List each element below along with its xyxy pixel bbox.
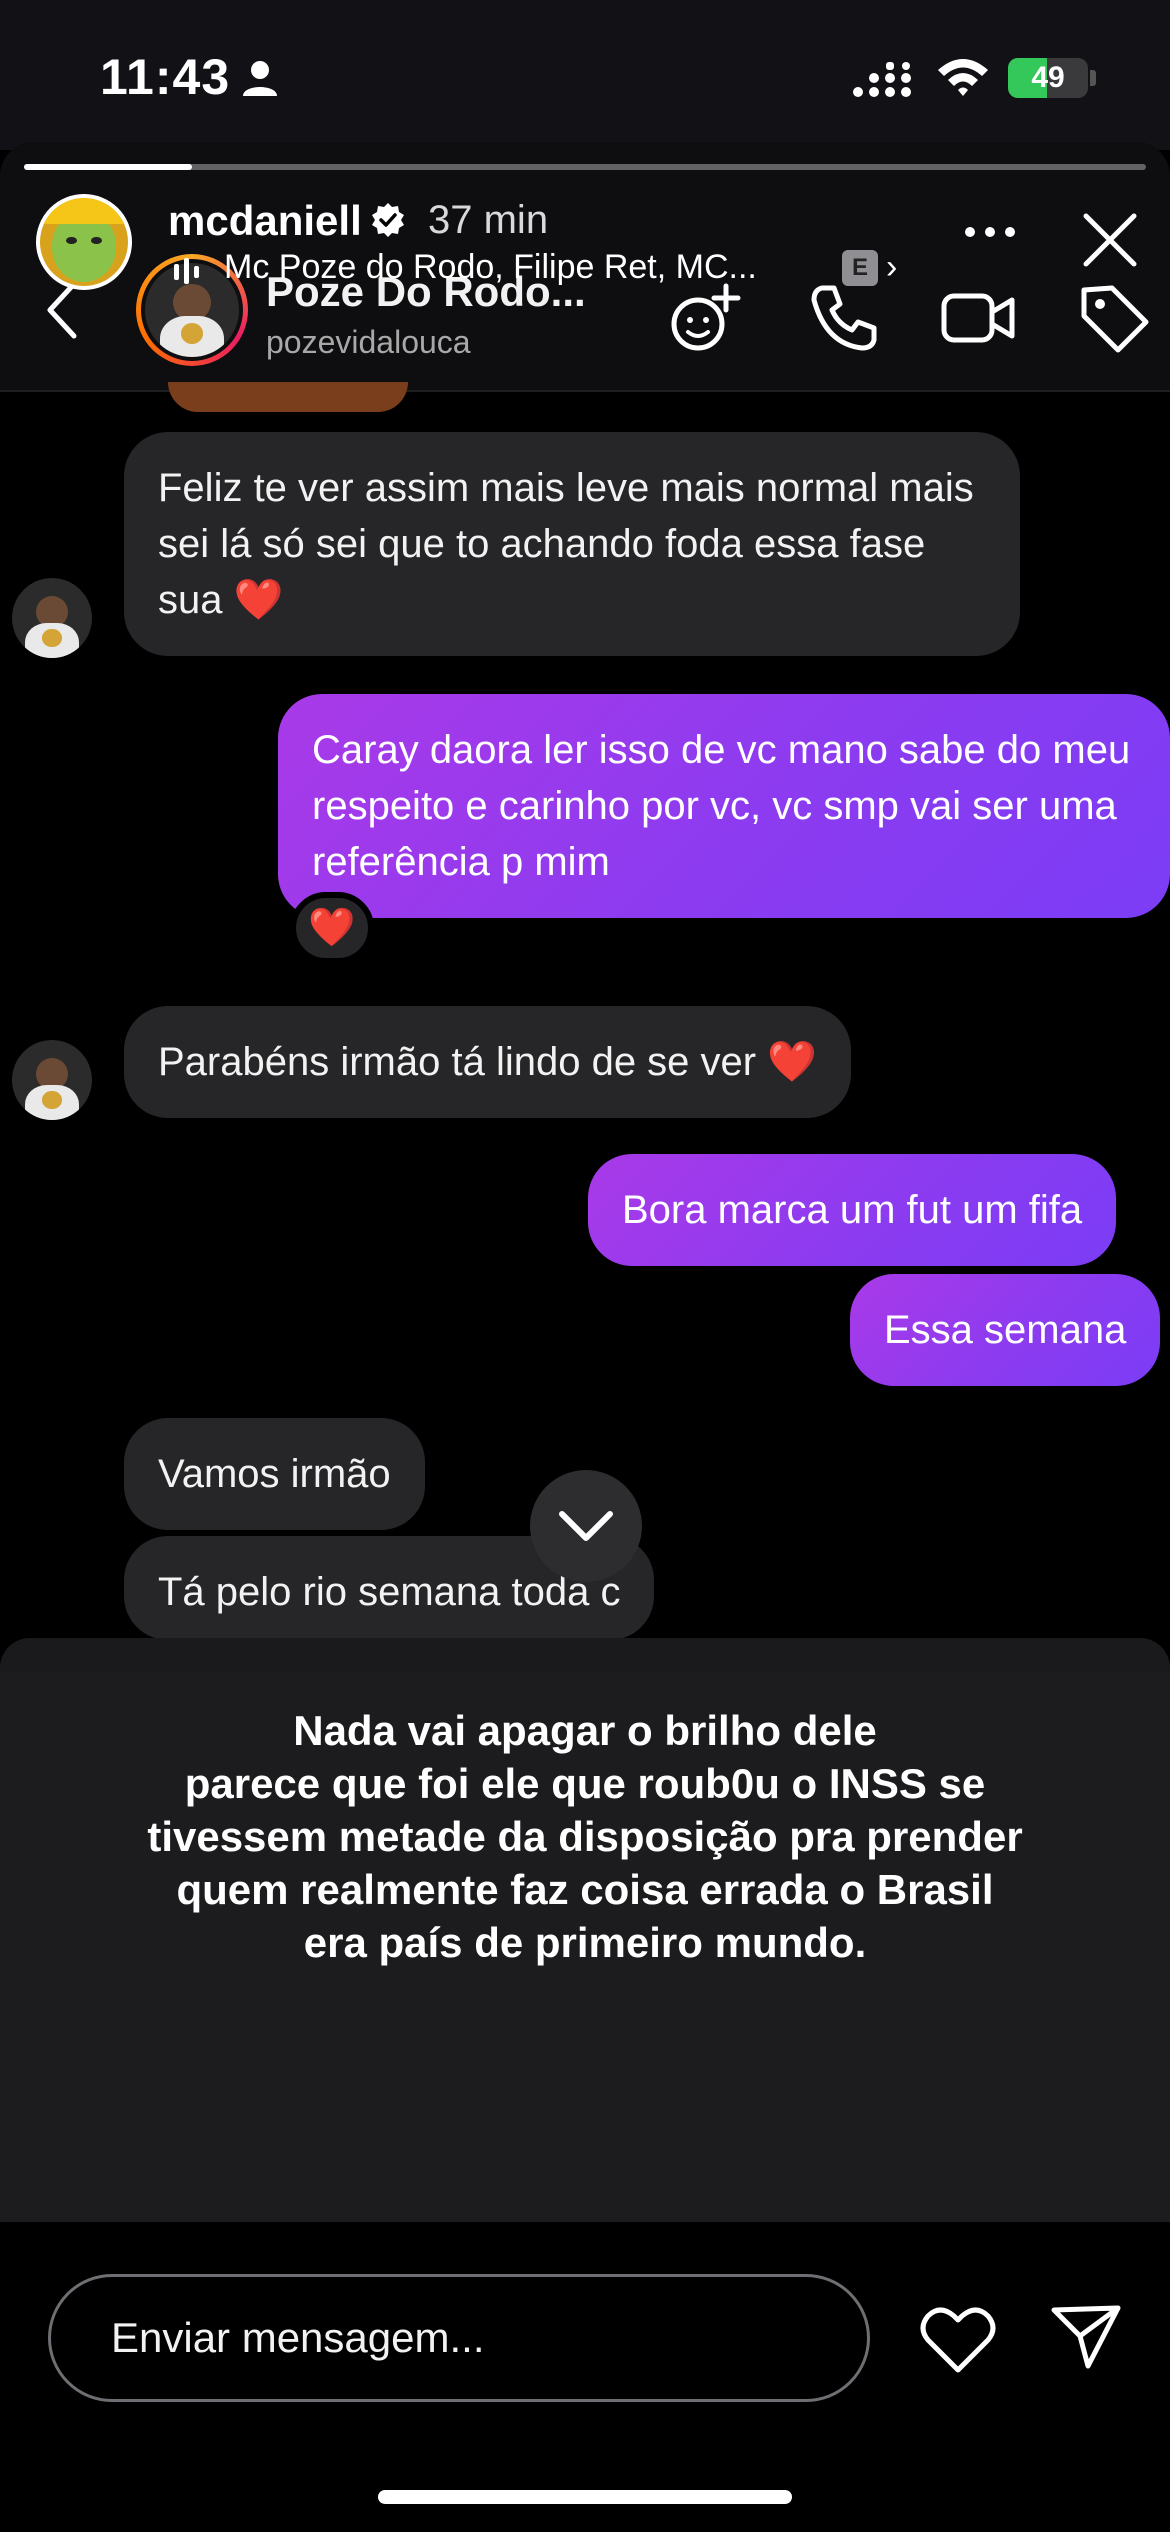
status-time: 11:43 <box>100 49 231 105</box>
send-icon[interactable] <box>1050 2300 1122 2372</box>
chevron-right-icon: › <box>886 248 898 286</box>
story-author-name[interactable]: mcdaniell <box>168 197 362 245</box>
phone-icon <box>811 285 877 351</box>
chevron-down-icon <box>559 1511 613 1541</box>
caption-text-line: era país de primeiro mundo. <box>303 1919 867 1966</box>
signal-icon <box>853 62 911 97</box>
message-incoming: Parabéns irmão tá lindo de se ver ❤️ <box>124 1006 852 1118</box>
heart-icon[interactable] <box>920 2306 996 2374</box>
video-icon <box>941 293 1015 343</box>
caption-text-line: quem realmente faz coisa errada o Brasil <box>176 1866 994 1913</box>
story-music-label[interactable]: Mc Poze do Rodo, Filipe Ret, MC... <box>224 248 757 287</box>
story-author-avatar[interactable] <box>36 194 132 290</box>
close-icon[interactable] <box>1080 210 1140 270</box>
message-incoming: Vamos irmão <box>124 1418 425 1530</box>
person-icon <box>243 61 277 96</box>
story-progress-fill <box>24 164 193 170</box>
message-outgoing: Essa semana <box>850 1274 1161 1386</box>
add-people-icon <box>671 283 741 351</box>
status-bar: 11:43 49 <box>0 0 1170 150</box>
more-icon[interactable] <box>960 222 1020 242</box>
scroll-down-button <box>530 1470 642 1582</box>
story-progress-bar <box>24 164 1146 170</box>
dm-contact-handle: pozevidalouca <box>266 324 471 360</box>
explicit-badge: E <box>842 250 878 286</box>
caption-line: Nada vai apagar o brilho dele parece que … <box>60 1704 1110 1969</box>
contact-avatar <box>12 578 92 658</box>
music-icon <box>174 258 199 284</box>
story-time-ago: 37 min <box>428 198 549 242</box>
caption-text-line: parece que foi ele que roub0u o INSS se <box>184 1760 986 1807</box>
previous-photo-preview <box>168 382 408 412</box>
battery-indicator: 49 <box>1008 58 1088 98</box>
verified-icon <box>372 203 404 237</box>
battery-percent: 49 <box>1031 61 1065 94</box>
reply-message-input[interactable]: Enviar mensagem... <box>48 2274 870 2402</box>
message-outgoing: Bora marca um fut um fifa <box>588 1154 1117 1266</box>
caption-text-line: Nada vai apagar o brilho dele <box>293 1707 877 1754</box>
story-caption: Nada vai apagar o brilho dele parece que … <box>60 1704 1110 1969</box>
caption-text-line: tivessem metade da disposição pra prende… <box>147 1813 1023 1860</box>
message-incoming: Feliz te ver assim mais leve mais normal… <box>124 432 1020 656</box>
wifi-icon <box>938 59 988 96</box>
tag-icon <box>1081 285 1149 353</box>
message-reaction: ❤️ <box>290 892 374 964</box>
battery-cap <box>1090 70 1096 86</box>
home-indicator <box>378 2490 792 2504</box>
story-viewer[interactable]: Poze Do Rodo... pozevidalouca mcdaniell <box>0 142 1170 2222</box>
contact-avatar <box>12 1040 92 1120</box>
message-outgoing: Caray daora ler isso de vc mano sabe do … <box>278 694 1170 918</box>
